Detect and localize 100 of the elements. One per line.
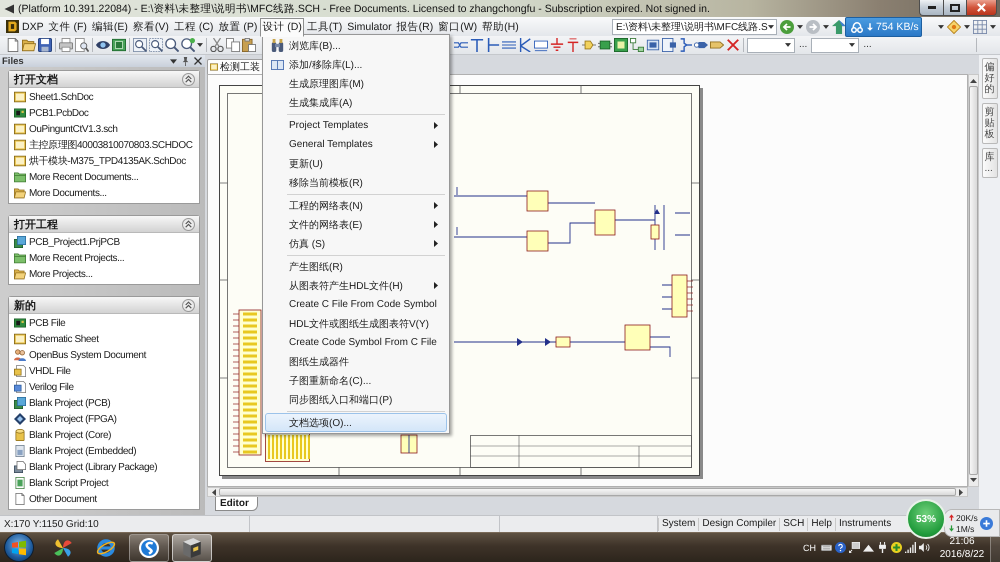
- scroll-right-arrow-icon[interactable]: [959, 488, 963, 496]
- plug-icon[interactable]: [877, 542, 888, 553]
- label-box-icon[interactable]: [534, 38, 548, 52]
- close-button[interactable]: [967, 0, 997, 16]
- scroll-up-arrow-icon[interactable]: [970, 79, 977, 83]
- menu-item[interactable]: DXP: [4, 18, 46, 36]
- file-list-item[interactable]: PCB1.PcbDoc: [9, 105, 199, 121]
- magnifier-icon[interactable]: [181, 38, 195, 52]
- printer-icon[interactable]: [59, 38, 73, 52]
- clock-time[interactable]: 21:06: [949, 534, 975, 548]
- block-tab-icon[interactable]: [662, 38, 676, 52]
- menu-item[interactable]: 设计 (D): [260, 18, 304, 36]
- maximize-button[interactable]: [943, 0, 967, 16]
- menu-item[interactable]: 察看(V): [130, 18, 171, 36]
- file-list-item[interactable]: More Documents...: [9, 185, 199, 201]
- file-list-item[interactable]: VHDL File: [9, 363, 199, 379]
- menu-item[interactable]: 文件 (F): [46, 18, 89, 36]
- component-icon[interactable]: [582, 38, 596, 52]
- menu-item[interactable]: 同步图纸入口和端口(P): [265, 390, 447, 409]
- file-list-item[interactable]: PCB File: [9, 315, 199, 331]
- caret-icon[interactable]: [964, 24, 970, 28]
- magnified-page-icon[interactable]: [75, 38, 89, 52]
- caret-icon[interactable]: [197, 43, 203, 47]
- file-list-item[interactable]: 主控原理图40003810070803.SCHDOC: [9, 137, 199, 153]
- plus-icon[interactable]: [980, 516, 993, 530]
- caret-icon[interactable]: [170, 58, 177, 64]
- file-list-item[interactable]: Blank Project (Embedded): [9, 443, 199, 459]
- collapse-button[interactable]: [182, 218, 195, 230]
- file-list-item[interactable]: More Projects...: [9, 266, 199, 282]
- file-list-item[interactable]: Blank Project (PCB): [9, 395, 199, 411]
- menu-item[interactable]: 更新(U): [265, 154, 447, 173]
- menu-item[interactable]: 报告(R): [394, 18, 436, 36]
- scroll-thumb[interactable]: [969, 86, 978, 475]
- path-combo[interactable]: E:\资料\未整理\说明书\MFC线路.S: [612, 18, 777, 34]
- dropdown-field[interactable]: [747, 38, 795, 52]
- browse-button[interactable]: ...: [797, 39, 810, 51]
- signal-bars-icon[interactable]: [905, 542, 916, 553]
- scroll-left-arrow-icon[interactable]: [212, 488, 216, 496]
- menu-item[interactable]: 工程的网络表(N): [265, 196, 447, 215]
- menu-item[interactable]: 生成集成库(A): [265, 93, 447, 112]
- side-tab[interactable]: 偏好的: [982, 58, 998, 99]
- editor-tab[interactable]: Editor: [215, 497, 258, 511]
- plus-disc-icon[interactable]: [891, 542, 902, 553]
- panel-button[interactable]: Instruments: [834, 518, 894, 530]
- browse-button[interactable]: ...: [861, 39, 874, 51]
- file-list-item[interactable]: Other Document: [9, 491, 199, 507]
- file-list-item[interactable]: More Recent Documents...: [9, 169, 199, 185]
- menu-item[interactable]: 帮助(H): [480, 18, 521, 36]
- menu-item[interactable]: 产生图纸(R): [265, 257, 447, 276]
- clock-date[interactable]: 2016/8/22: [940, 548, 984, 560]
- taskbar-button[interactable]: [172, 534, 212, 562]
- caret-icon[interactable]: [938, 24, 944, 28]
- magnifier-icon[interactable]: [165, 38, 179, 52]
- file-list-item[interactable]: More Recent Projects...: [9, 250, 199, 266]
- branch-line-icon[interactable]: [486, 38, 500, 52]
- board-icon[interactable]: [112, 38, 126, 52]
- speaker-icon[interactable]: [919, 542, 930, 553]
- file-list-item[interactable]: Blank Script Project: [9, 475, 199, 491]
- scroll-down-arrow-icon[interactable]: [970, 478, 977, 482]
- panel-button[interactable]: System: [658, 518, 698, 530]
- copy-icon[interactable]: [226, 38, 240, 52]
- magnifier-icon[interactable]: [133, 38, 147, 52]
- caret-icon[interactable]: [785, 43, 791, 47]
- menu-item[interactable]: 浏览库(B)...: [265, 36, 447, 55]
- hierarchy-icon[interactable]: [630, 38, 644, 52]
- menu-item[interactable]: 子图重新命名(C)...: [265, 371, 447, 390]
- menu-item[interactable]: 仿真 (S): [265, 234, 447, 253]
- caret-icon[interactable]: [823, 24, 829, 28]
- collapse-button[interactable]: [182, 298, 195, 312]
- framed-block-icon[interactable]: [646, 38, 660, 52]
- menu-item[interactable]: 放置 (P): [216, 18, 260, 36]
- file-list-item[interactable]: OuPinguntCtV1.3.sch: [9, 121, 199, 137]
- up-caret-icon[interactable]: [863, 542, 874, 553]
- side-tab[interactable]: 库...: [982, 148, 998, 178]
- keyboard-icon[interactable]: [821, 542, 832, 553]
- panel-button[interactable]: SCH: [779, 518, 808, 530]
- menu-item[interactable]: 编辑(E): [90, 18, 130, 36]
- cross-icon[interactable]: [726, 38, 740, 52]
- file-list-item[interactable]: Blank Project (FPGA): [9, 411, 199, 427]
- scissors-icon[interactable]: [210, 38, 224, 52]
- file-list-item[interactable]: Blank Project (Core): [9, 427, 199, 443]
- framed-square-icon[interactable]: [614, 38, 628, 52]
- menu-item[interactable]: 添加/移除库(L)...: [265, 55, 447, 74]
- file-list-item[interactable]: PCB_Project1.PrjPCB: [9, 234, 199, 250]
- taskbar-button[interactable]: [129, 534, 169, 562]
- menu-item[interactable]: Create C File From Code Symbol: [265, 295, 447, 314]
- start-button[interactable]: [4, 533, 34, 562]
- help-icon[interactable]: [835, 542, 846, 553]
- file-list-item[interactable]: Blank Project (Library Package): [9, 459, 199, 475]
- menu-item[interactable]: 文件的网络表(E): [265, 215, 447, 234]
- window-arrow-icon[interactable]: [849, 542, 860, 553]
- eye-icon[interactable]: [96, 38, 110, 52]
- menu-item[interactable]: HDL文件或图纸生成图表符V(Y): [265, 314, 447, 333]
- menu-item[interactable]: Project Templates: [265, 116, 447, 135]
- file-list-item[interactable]: Sheet1.SchDoc: [9, 89, 199, 105]
- menu-item[interactable]: 图纸生成器件: [265, 352, 447, 371]
- menu-item[interactable]: 生成原理图库(M): [265, 74, 447, 93]
- menu-item[interactable]: 移除当前模板(R): [265, 173, 447, 192]
- menu-item[interactable]: 从图表符产生HDL文件(H): [265, 276, 447, 295]
- minimize-button[interactable]: [919, 0, 943, 16]
